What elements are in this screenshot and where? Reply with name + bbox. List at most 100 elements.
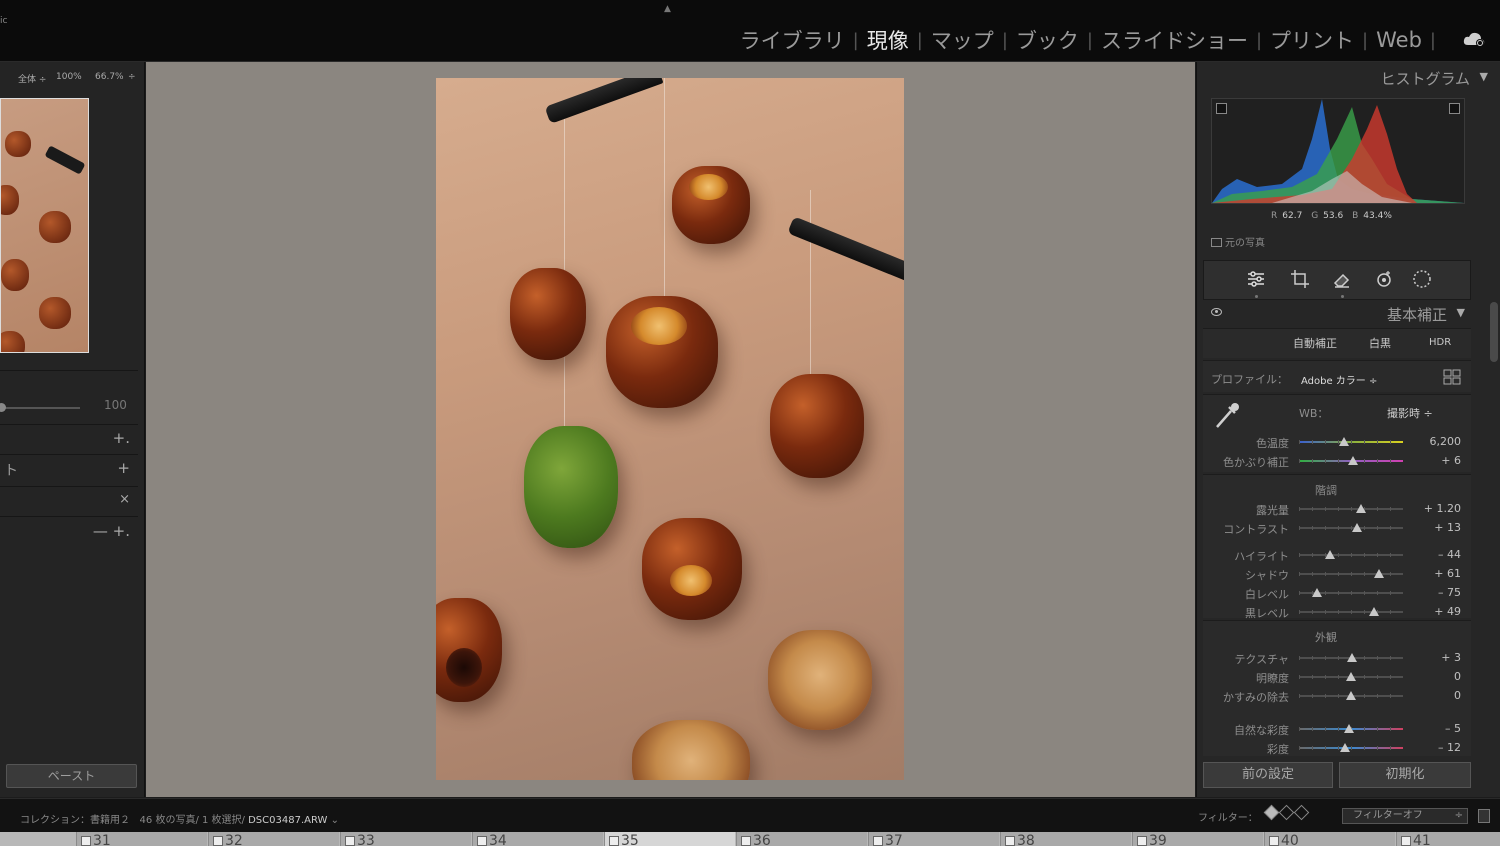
- thumb-select-box[interactable]: [873, 836, 883, 846]
- filmstrip-thumb[interactable]: 33: [340, 832, 471, 846]
- zoom-100[interactable]: 100%: [56, 72, 82, 82]
- slider-value[interactable]: – 12: [1411, 741, 1461, 754]
- slider-knob[interactable]: [1356, 504, 1367, 513]
- module-slideshow[interactable]: スライドショー: [1095, 25, 1254, 55]
- module-develop[interactable]: 現像: [861, 25, 915, 55]
- profile-browser-grid-icon[interactable]: [1443, 369, 1461, 385]
- filmstrip-thumb[interactable]: 38: [1000, 832, 1131, 846]
- zoom-fit[interactable]: 全体 ÷: [18, 72, 46, 85]
- profile-select[interactable]: Adobe カラー ÷: [1301, 372, 1377, 387]
- slider-knob[interactable]: [1338, 437, 1349, 446]
- filmstrip-thumb[interactable]: 36: [736, 832, 867, 846]
- thumb-select-box[interactable]: [1269, 836, 1279, 846]
- left-section-snapshots[interactable]: ト +: [0, 454, 138, 482]
- slider-value[interactable]: – 75: [1411, 586, 1461, 599]
- thumb-select-box[interactable]: [741, 836, 751, 846]
- thumb-select-box[interactable]: [81, 836, 91, 846]
- filmstrip-thumb[interactable]: 35: [604, 832, 735, 846]
- auto-button[interactable]: 自動補正: [1293, 335, 1337, 351]
- slider-knob[interactable]: [1346, 672, 1356, 681]
- slider-value[interactable]: – 44: [1411, 548, 1461, 561]
- filter-select[interactable]: フィルターオフ ÷: [1342, 808, 1468, 824]
- edit-sliders-icon[interactable]: [1246, 269, 1266, 289]
- module-web[interactable]: Web: [1370, 28, 1428, 52]
- reset-button[interactable]: 初期化: [1339, 762, 1471, 788]
- masking-icon[interactable]: [1412, 269, 1432, 289]
- collapse-top-arrow-icon[interactable]: ▲: [664, 4, 671, 14]
- filename-menu-arrow[interactable]: ⌄: [331, 815, 339, 826]
- module-map[interactable]: マップ: [925, 25, 1000, 55]
- slider-knob[interactable]: [1339, 743, 1350, 752]
- slider-value[interactable]: + 13: [1411, 521, 1461, 534]
- red-eye-icon[interactable]: [1374, 269, 1394, 289]
- zoom-menu-arrow[interactable]: ÷: [128, 72, 136, 82]
- wb-eyedropper-icon[interactable]: [1211, 399, 1243, 431]
- main-photo[interactable]: [436, 78, 904, 780]
- basic-panel-header[interactable]: 基本補正 ▼: [1203, 302, 1471, 324]
- histogram-title[interactable]: ヒストグラム: [1380, 68, 1470, 89]
- flag-unflagged-icon[interactable]: [1278, 804, 1295, 821]
- slider-value[interactable]: + 6: [1411, 454, 1461, 467]
- slider-knob[interactable]: [1352, 523, 1363, 532]
- flag-picked-icon[interactable]: [1263, 804, 1280, 821]
- slider-knob[interactable]: [1325, 550, 1336, 559]
- slider-knob[interactable]: [1348, 456, 1359, 465]
- heal-eraser-icon[interactable]: [1332, 269, 1352, 289]
- crop-icon[interactable]: [1290, 269, 1310, 289]
- left-section-collections[interactable]: — +.: [0, 516, 138, 544]
- slider-value[interactable]: 0: [1411, 670, 1461, 683]
- hdr-button[interactable]: HDR: [1429, 337, 1451, 348]
- filmstrip-thumb[interactable]: 31: [76, 832, 207, 846]
- add-snapshot-button[interactable]: +: [117, 459, 130, 477]
- previous-settings-button[interactable]: 前の設定: [1203, 762, 1333, 788]
- paste-button[interactable]: ペースト: [6, 764, 137, 788]
- module-book[interactable]: ブック: [1010, 25, 1085, 55]
- basic-collapse-icon[interactable]: ▼: [1457, 306, 1465, 319]
- left-section-presets[interactable]: +.: [0, 424, 138, 452]
- slider-knob[interactable]: [1311, 588, 1322, 597]
- collection-actions-button[interactable]: — +.: [93, 522, 130, 540]
- slider-knob[interactable]: [1346, 691, 1356, 700]
- histogram[interactable]: [1211, 98, 1465, 204]
- filmstrip-thumb[interactable]: 37: [868, 832, 999, 846]
- filmstrip-thumb[interactable]: 32: [208, 832, 339, 846]
- slider-knob[interactable]: [1368, 607, 1379, 616]
- filmstrip-thumb[interactable]: 39: [1132, 832, 1263, 846]
- slider-value[interactable]: – 5: [1411, 722, 1461, 735]
- add-preset-button[interactable]: +.: [113, 429, 130, 447]
- slider-knob[interactable]: [1347, 653, 1358, 662]
- thumb-select-box[interactable]: [1137, 836, 1147, 846]
- bw-button[interactable]: 白黒: [1369, 335, 1391, 351]
- collection-name[interactable]: コレクション：書籍用２: [20, 815, 130, 826]
- slider-value[interactable]: + 49: [1411, 605, 1461, 618]
- histogram-collapse-icon[interactable]: ▼: [1480, 70, 1488, 83]
- navigator-preview[interactable]: [0, 98, 89, 353]
- slider-knob[interactable]: [1343, 724, 1354, 733]
- slider-value[interactable]: + 3: [1411, 651, 1461, 664]
- slider-value[interactable]: + 61: [1411, 567, 1461, 580]
- slider-value[interactable]: 0: [1411, 689, 1461, 702]
- show-original-checkbox[interactable]: 元の写真: [1211, 234, 1265, 249]
- zoom-66[interactable]: 66.7%: [95, 72, 124, 82]
- visibility-eye-icon[interactable]: [1211, 308, 1222, 316]
- wb-select[interactable]: 撮影時 ÷: [1387, 405, 1433, 421]
- thumb-select-box[interactable]: [1005, 836, 1015, 846]
- cloud-sync-icon[interactable]: [1462, 30, 1486, 48]
- slider-value[interactable]: 6,200: [1411, 435, 1462, 448]
- panel-scrollbar[interactable]: [1490, 302, 1498, 362]
- highlight-clipping-toggle[interactable]: [1449, 103, 1460, 114]
- module-print[interactable]: プリント: [1264, 25, 1360, 55]
- slider-knob[interactable]: [1374, 569, 1385, 578]
- filmstrip-thumb[interactable]: 41: [1396, 832, 1500, 846]
- thumb-select-box[interactable]: [345, 836, 355, 846]
- flag-rejected-icon[interactable]: [1293, 804, 1310, 821]
- filter-lock-toggle[interactable]: [1478, 809, 1490, 823]
- thumb-select-box[interactable]: [213, 836, 223, 846]
- clear-history-button[interactable]: ×: [119, 492, 130, 507]
- left-section-history[interactable]: ×: [0, 486, 138, 514]
- module-library[interactable]: ライブラリ: [734, 25, 851, 55]
- selected-filename[interactable]: DSC03487.ARW: [248, 815, 327, 826]
- thumb-select-box[interactable]: [1401, 836, 1411, 846]
- left-slider-track[interactable]: [0, 407, 80, 409]
- filmstrip-thumb[interactable]: 40: [1264, 832, 1395, 846]
